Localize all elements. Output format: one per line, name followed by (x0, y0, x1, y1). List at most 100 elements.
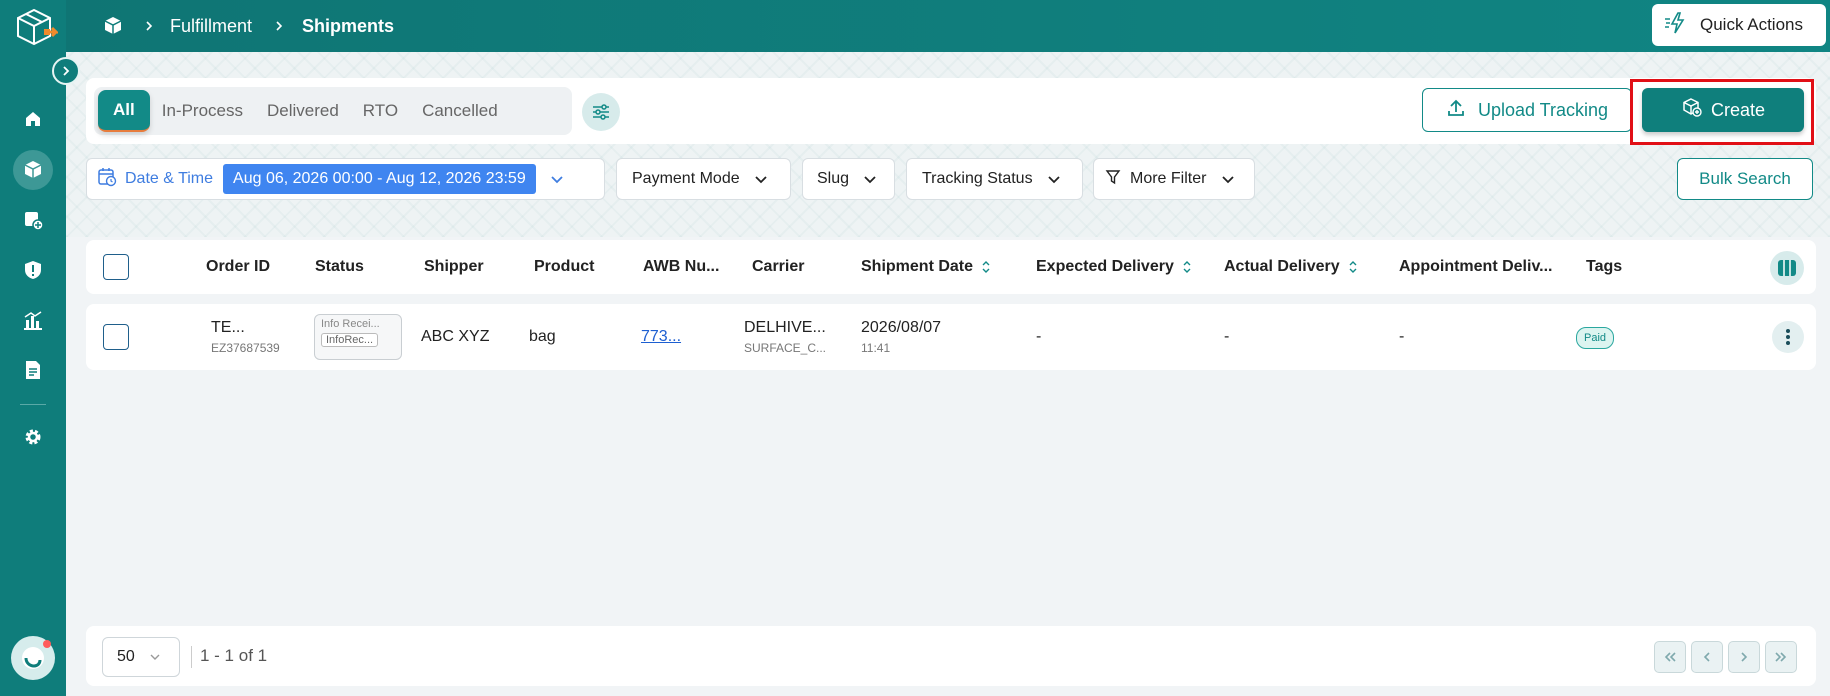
column-shipper[interactable]: Shipper (424, 240, 484, 294)
date-time-filter[interactable]: Date & Time Aug 06, 2026 00:00 - Aug 12,… (86, 158, 605, 200)
column-status[interactable]: Status (315, 240, 364, 294)
settings-gear-icon[interactable] (13, 417, 53, 457)
status-primary: Info Recei... (321, 318, 380, 330)
appointment-delivery-cell: - (1399, 328, 1405, 345)
sort-icon[interactable] (1182, 260, 1192, 274)
awb-link[interactable]: 773... (641, 304, 681, 370)
sort-icon[interactable] (1348, 260, 1358, 274)
row-checkbox[interactable] (103, 324, 129, 350)
column-tags[interactable]: Tags (1586, 240, 1622, 294)
actual-delivery-cell: - (1224, 328, 1230, 345)
top-header: Fulfillment Shipments Quick Actions (66, 0, 1830, 52)
breadcrumb-chevron-icon (274, 0, 284, 52)
shipments-icon[interactable] (13, 150, 53, 190)
sidebar (0, 0, 66, 696)
more-filter-dropdown[interactable]: More Filter (1093, 158, 1255, 200)
chevron-down-icon (754, 174, 768, 184)
rows-per-page-value: 50 (117, 648, 135, 665)
support-chat-icon[interactable] (11, 636, 55, 680)
column-carrier[interactable]: Carrier (752, 240, 804, 294)
app-logo-icon[interactable] (14, 6, 60, 48)
order-id-cell[interactable]: TE... EZ37687539 (211, 304, 280, 370)
table-header: Order ID Status Shipper Product AWB Nu..… (86, 240, 1816, 294)
date-range-value[interactable]: Aug 06, 2026 00:00 - Aug 12, 2026 23:59 (223, 164, 536, 194)
rows-per-page-select[interactable]: 50 (102, 637, 180, 677)
analytics-icon[interactable] (13, 300, 53, 340)
column-appointment-delivery[interactable]: Appointment Deliv... (1399, 240, 1552, 294)
column-shipment-date[interactable]: Shipment Date (861, 240, 991, 294)
sort-icon[interactable] (981, 260, 991, 274)
shipment-date-cell: 2026/08/07 11:41 (861, 304, 941, 370)
nav-divider (20, 404, 46, 405)
more-filter-label: More Filter (1130, 170, 1207, 187)
sidebar-expand-chevron-icon[interactable] (52, 57, 80, 85)
select-all-checkbox[interactable] (103, 254, 129, 280)
tracking-status-dropdown[interactable]: Tracking Status (906, 158, 1083, 200)
upload-tracking-button[interactable]: Upload Tracking (1422, 88, 1632, 132)
breadcrumb-fulfillment[interactable]: Fulfillment (170, 0, 252, 52)
tab-in-process[interactable]: In-Process (150, 90, 255, 132)
quick-actions-label: Quick Actions (1700, 15, 1803, 34)
quick-actions-button[interactable]: Quick Actions (1652, 4, 1826, 46)
column-awb-number[interactable]: AWB Nu... (643, 240, 719, 294)
tab-all[interactable]: All (98, 90, 150, 132)
upload-tracking-label: Upload Tracking (1477, 99, 1609, 120)
slug-label: Slug (817, 170, 850, 187)
row-more-options-icon[interactable] (1772, 321, 1804, 353)
column-actual-delivery-label: Actual Delivery (1224, 258, 1340, 275)
chevron-down-icon (863, 174, 877, 184)
chevron-down-icon (1221, 174, 1235, 184)
column-order-id[interactable]: Order ID (206, 240, 270, 294)
table-row[interactable]: TE... EZ37687539 Info Recei... InfoRec..… (86, 304, 1816, 370)
expected-delivery-cell: - (1036, 328, 1042, 345)
lightning-icon (1664, 11, 1690, 40)
order-id-sub: EZ37687539 (211, 341, 280, 355)
reports-document-icon[interactable] (13, 350, 53, 390)
status-tabs: All In-Process Delivered RTO Cancelled (94, 87, 572, 135)
payment-mode-dropdown[interactable]: Payment Mode (616, 158, 791, 200)
column-expected-delivery-label: Expected Delivery (1036, 258, 1174, 275)
last-page-icon[interactable] (1765, 641, 1797, 673)
shipment-time-value: 11:41 (861, 341, 891, 355)
order-id-value: TE... (211, 319, 245, 336)
alert-shield-icon[interactable] (13, 250, 53, 290)
add-order-icon[interactable] (13, 200, 53, 240)
carrier-value: DELHIVE... (744, 319, 826, 336)
tab-rto[interactable]: RTO (351, 90, 410, 132)
previous-page-icon[interactable] (1691, 641, 1723, 673)
tabs-toolbar: All In-Process Delivered RTO Cancelled U… (86, 78, 1816, 144)
slug-dropdown[interactable]: Slug (802, 158, 895, 200)
column-actual-delivery[interactable]: Actual Delivery (1224, 240, 1358, 294)
tab-delivered[interactable]: Delivered (255, 90, 351, 132)
carrier-cell: DELHIVE... SURFACE_C... (744, 304, 826, 370)
chevron-down-icon[interactable] (550, 174, 564, 184)
tab-cancelled[interactable]: Cancelled (410, 90, 510, 132)
next-page-icon[interactable] (1728, 641, 1760, 673)
calendar-clock-icon (97, 167, 117, 192)
breadcrumb-home-icon[interactable] (102, 0, 124, 52)
filter-sliders-icon[interactable] (582, 93, 620, 131)
breadcrumb-shipments: Shipments (302, 15, 395, 36)
chevron-down-icon (149, 653, 161, 661)
column-expected-delivery[interactable]: Expected Delivery (1036, 240, 1192, 294)
pagination-info: 1 - 1 of 1 (200, 646, 268, 665)
product-cell: bag (529, 328, 556, 345)
column-shipment-date-label: Shipment Date (861, 258, 974, 275)
pagination-bar: 50 1 - 1 of 1 (86, 626, 1816, 686)
create-button-highlight (1630, 79, 1814, 145)
notification-dot (43, 640, 51, 648)
first-page-icon[interactable] (1654, 641, 1686, 673)
status-secondary: InfoRec... (321, 333, 379, 347)
bulk-search-button[interactable]: Bulk Search (1677, 158, 1813, 200)
funnel-icon (1105, 169, 1121, 190)
tracking-status-label: Tracking Status (922, 170, 1033, 187)
shipper-cell: ABC XYZ (421, 328, 490, 345)
status-cell: Info Recei... InfoRec... (314, 314, 402, 360)
columns-settings-icon[interactable] (1770, 251, 1804, 285)
shipment-date-value: 2026/08/07 (861, 319, 942, 336)
date-time-label: Date & Time (125, 170, 214, 187)
breadcrumb-chevron-icon (144, 0, 154, 52)
column-product[interactable]: Product (534, 240, 594, 294)
home-icon[interactable] (13, 99, 53, 139)
chevron-down-icon (1047, 174, 1061, 184)
